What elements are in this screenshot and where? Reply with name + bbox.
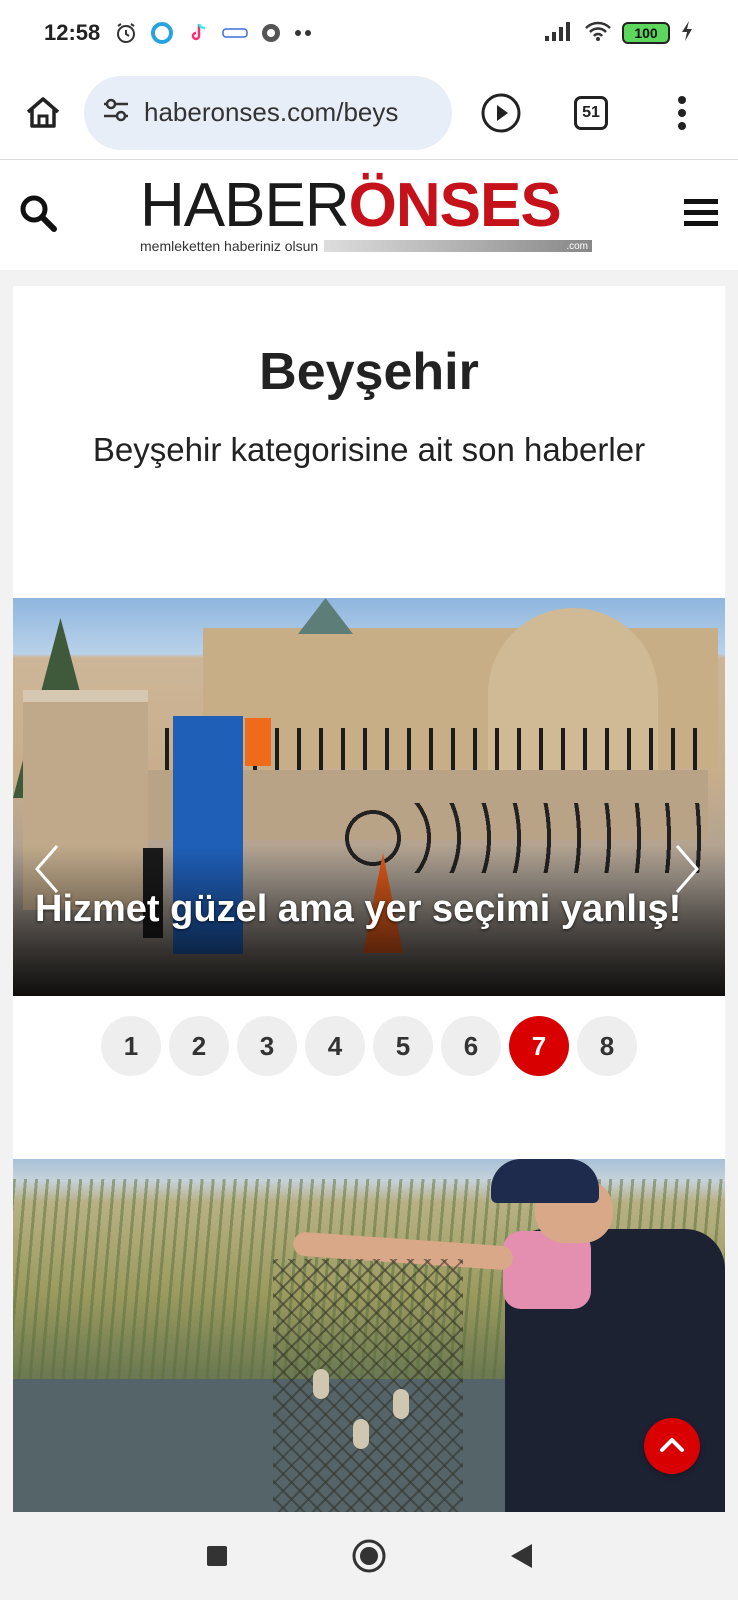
logo-suffix: .com — [566, 240, 588, 252]
recents-square-icon[interactable] — [197, 1536, 237, 1576]
logo-tagline: memleketten haberiniz olsun — [140, 238, 319, 254]
logo-wordmark: HABERÖNSES — [140, 175, 562, 237]
site-logo[interactable]: HABERÖNSES memleketten haberiniz olsun .… — [140, 175, 600, 254]
status-bar: 12:58 100 — [0, 0, 738, 66]
alarm-icon — [114, 21, 138, 45]
more-dots-icon — [294, 29, 314, 37]
article-photo[interactable] — [13, 1159, 725, 1516]
status-right: 100 — [544, 20, 694, 47]
menu-dots-icon[interactable] — [676, 95, 688, 131]
chevron-up-icon — [659, 1435, 685, 1458]
site-header: HABERÖNSES memleketten haberiniz olsun .… — [0, 160, 738, 270]
page-5-button[interactable]: 5 — [373, 1016, 433, 1076]
content-card: Beyşehir Beyşehir kategorisine ait son h… — [13, 286, 725, 1516]
caught-fish — [353, 1419, 369, 1449]
caught-fish — [393, 1389, 409, 1419]
page-7-button-active[interactable]: 7 — [509, 1016, 569, 1076]
chevron-right-icon[interactable] — [667, 840, 707, 898]
page-8-button[interactable]: 8 — [577, 1016, 637, 1076]
logo-part-haber: HABER — [140, 171, 350, 240]
tiktok-icon — [186, 21, 210, 45]
page-6-button[interactable]: 6 — [441, 1016, 501, 1076]
chevron-left-icon[interactable] — [27, 840, 67, 898]
wifi-icon — [584, 20, 612, 47]
circle-app-icon — [150, 21, 174, 45]
page-description: Beyşehir kategorisine ait son haberler — [92, 431, 646, 468]
charging-icon — [680, 20, 694, 47]
status-time: 12:58 — [44, 20, 101, 45]
slider-pagination: 1 2 3 4 5 6 7 8 — [13, 1016, 725, 1076]
orange-hose — [245, 718, 271, 766]
slide-caption[interactable]: Hizmet güzel ama yer seçimi yanlış! — [35, 888, 681, 931]
page-3-button[interactable]: 3 — [237, 1016, 297, 1076]
chrome-icon — [260, 22, 282, 44]
signal-icon — [544, 20, 574, 47]
notification-icons — [114, 21, 314, 45]
page-2-button[interactable]: 2 — [169, 1016, 229, 1076]
play-icon[interactable] — [480, 92, 522, 134]
search-icon[interactable] — [18, 193, 58, 238]
address-bar[interactable]: haberonses.com/beys — [84, 75, 452, 150]
news-slider[interactable]: Hizmet güzel ama yer seçimi yanlış! — [13, 598, 725, 996]
officer-cap — [491, 1159, 599, 1203]
logo-subline: memleketten haberiniz olsun .com — [140, 238, 592, 254]
screen: 12:58 100 haberonses.com/beys 51 HABERÖN… — [0, 0, 738, 1600]
battery-icon: 100 — [622, 22, 670, 44]
home-icon[interactable] — [20, 90, 66, 136]
fishing-net — [273, 1259, 463, 1516]
cone-roof — [298, 598, 353, 634]
back-triangle-icon[interactable] — [501, 1536, 541, 1576]
system-nav-bar — [0, 1512, 738, 1600]
url-text[interactable]: haberonses.com/beys — [144, 97, 398, 128]
cimri-icon — [222, 26, 249, 40]
page-4-button[interactable]: 4 — [305, 1016, 365, 1076]
scroll-to-top-button[interactable] — [644, 1418, 700, 1474]
tabs-icon[interactable]: 51 — [574, 95, 608, 130]
logo-part-onses: ÖNSES — [348, 171, 562, 240]
logo-bar: .com — [324, 240, 592, 252]
site-settings-icon[interactable] — [100, 94, 132, 131]
hamburger-menu-icon[interactable] — [682, 196, 720, 235]
page-title: Beyşehir — [259, 343, 479, 401]
caught-fish — [313, 1369, 329, 1399]
browser-toolbar: haberonses.com/beys 51 — [0, 66, 738, 160]
page-1-button[interactable]: 1 — [101, 1016, 161, 1076]
home-circle-icon[interactable] — [349, 1536, 389, 1576]
tab-count[interactable]: 51 — [574, 95, 608, 130]
